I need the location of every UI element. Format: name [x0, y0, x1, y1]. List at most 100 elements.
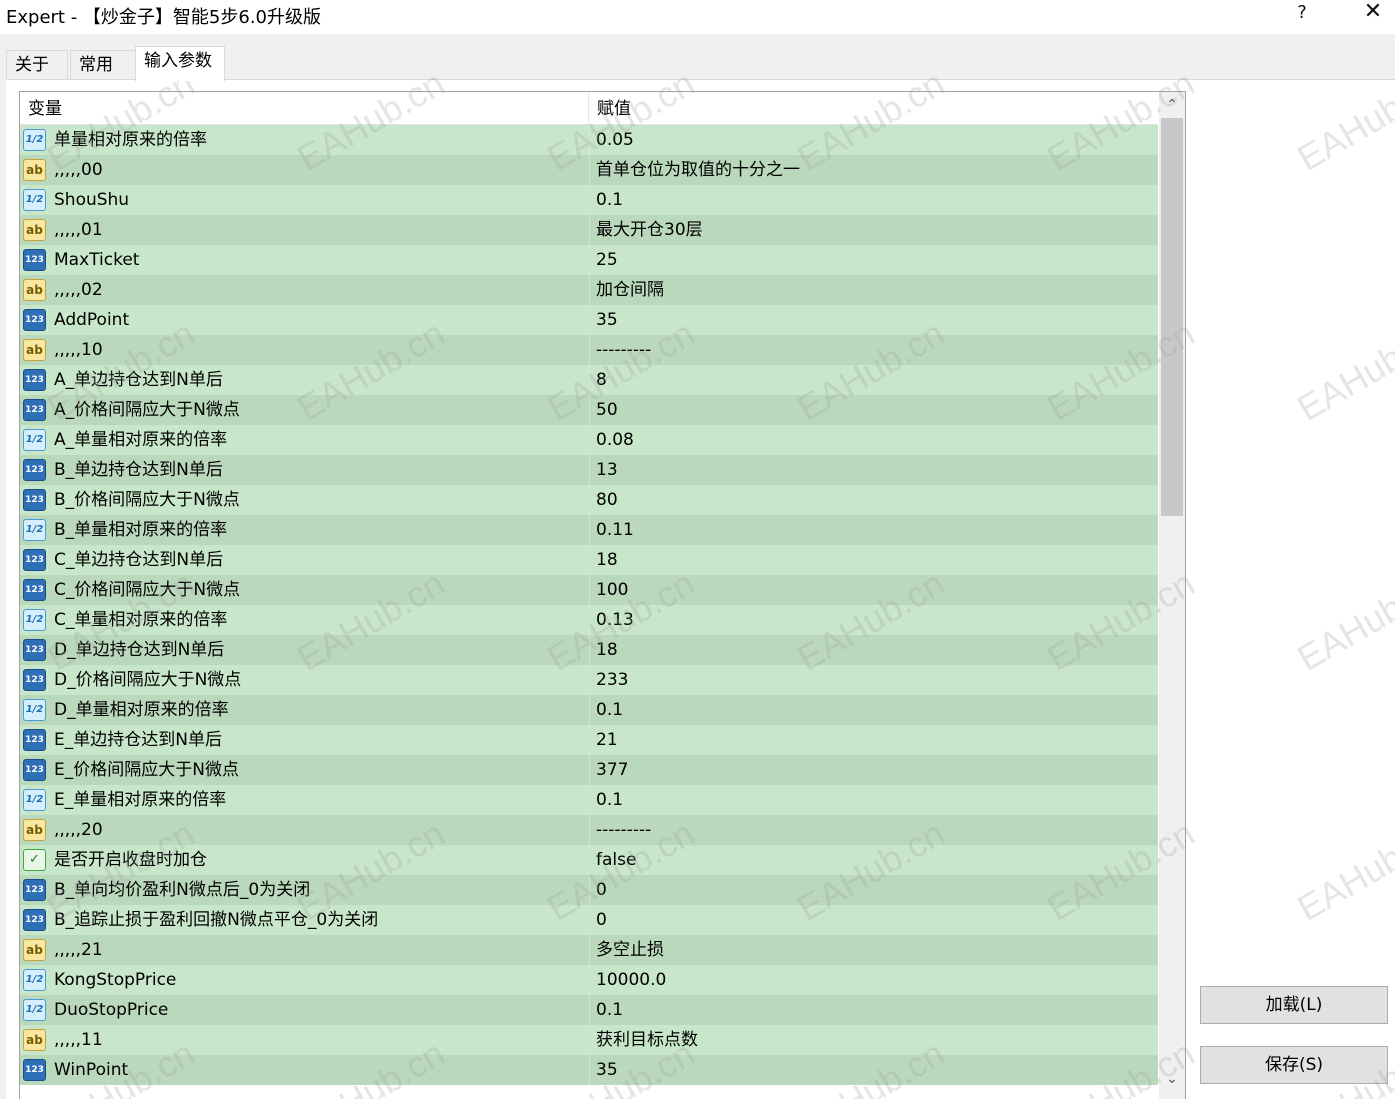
- parameter-row[interactable]: 1/2 C_单量相对原来的倍率 0.13: [20, 605, 1158, 635]
- parameter-value[interactable]: 35: [589, 305, 1158, 335]
- parameter-name: AddPoint: [54, 310, 130, 330]
- parameter-row[interactable]: 123 D_价格间隔应大于N微点 233: [20, 665, 1158, 695]
- parameter-value[interactable]: 最大开仓30层: [589, 215, 1158, 245]
- integer-type-icon: 123: [23, 309, 46, 331]
- parameter-value[interactable]: ---------: [589, 815, 1158, 845]
- save-button[interactable]: 保存(S): [1200, 1046, 1388, 1084]
- integer-type-icon: 123: [23, 669, 46, 691]
- parameter-value[interactable]: 18: [589, 545, 1158, 575]
- parameter-row[interactable]: 123 MaxTicket 25: [20, 245, 1158, 275]
- boolean-type-icon: ✓: [23, 849, 46, 871]
- parameter-row[interactable]: 123 B_追踪止损于盈利回撤N微点平仓_0为关闭 0: [20, 905, 1158, 935]
- load-button[interactable]: 加载(L): [1200, 986, 1388, 1024]
- parameter-value[interactable]: 100: [589, 575, 1158, 605]
- parameter-name-cell: 1/2 A_单量相对原来的倍率: [20, 425, 589, 455]
- parameter-row[interactable]: 123 A_单边持仓达到N单后 8: [20, 365, 1158, 395]
- parameter-value[interactable]: 0.08: [589, 425, 1158, 455]
- parameter-value[interactable]: 首单仓位为取值的十分之一: [589, 155, 1158, 185]
- parameter-value[interactable]: ---------: [589, 335, 1158, 365]
- parameter-value[interactable]: 50: [589, 395, 1158, 425]
- parameter-value[interactable]: 10000.0: [589, 965, 1158, 995]
- parameter-row[interactable]: 123 C_价格间隔应大于N微点 100: [20, 575, 1158, 605]
- tab-common[interactable]: 常用: [70, 50, 136, 80]
- parameter-row[interactable]: ab ,,,,,01 最大开仓30层: [20, 215, 1158, 245]
- parameter-row[interactable]: ✓ 是否开启收盘时加仓 false: [20, 845, 1158, 875]
- parameter-row[interactable]: 1/2 KongStopPrice 10000.0: [20, 965, 1158, 995]
- parameter-value[interactable]: 0.05: [589, 125, 1158, 155]
- parameter-name-cell: 1/2 ShouShu: [20, 185, 589, 215]
- parameter-name: ShouShu: [54, 190, 130, 210]
- parameter-value[interactable]: 25: [589, 245, 1158, 275]
- parameter-row[interactable]: 1/2 ShouShu 0.1: [20, 185, 1158, 215]
- parameter-value[interactable]: 21: [589, 725, 1158, 755]
- parameter-row[interactable]: 1/2 B_单量相对原来的倍率 0.11: [20, 515, 1158, 545]
- column-header-variable[interactable]: 变量: [20, 92, 589, 124]
- parameter-value[interactable]: 获利目标点数: [589, 1025, 1158, 1055]
- parameter-row[interactable]: 123 E_单边持仓达到N单后 21: [20, 725, 1158, 755]
- scroll-thumb[interactable]: [1161, 118, 1183, 516]
- parameter-row[interactable]: 123 B_价格间隔应大于N微点 80: [20, 485, 1158, 515]
- parameter-value[interactable]: 0.1: [589, 185, 1158, 215]
- parameter-row[interactable]: 123 AddPoint 35: [20, 305, 1158, 335]
- parameter-row[interactable]: 123 B_单边持仓达到N单后 13: [20, 455, 1158, 485]
- parameter-value[interactable]: 0.13: [589, 605, 1158, 635]
- parameters-grid: 变量 赋值 1/2 单量相对原来的倍率 0.05 ab ,,,,,00 首单仓位为取值的十…: [19, 91, 1186, 1099]
- tab-input-parameters[interactable]: 输入参数: [135, 46, 225, 81]
- parameter-row[interactable]: ab ,,,,,20 ---------: [20, 815, 1158, 845]
- help-button[interactable]: ?: [1288, 0, 1316, 28]
- parameter-row[interactable]: 1/2 DuoStopPrice 0.1: [20, 995, 1158, 1025]
- integer-type-icon: 123: [23, 639, 46, 661]
- parameter-name-cell: ab ,,,,,11: [20, 1025, 589, 1055]
- parameter-row[interactable]: 123 B_单向均价盈利N微点后_0为关闭 0: [20, 875, 1158, 905]
- integer-type-icon: 123: [23, 489, 46, 511]
- close-button[interactable]: ✕: [1356, 0, 1390, 28]
- parameter-row[interactable]: 1/2 D_单量相对原来的倍率 0.1: [20, 695, 1158, 725]
- parameter-value[interactable]: 377: [589, 755, 1158, 785]
- parameter-row[interactable]: 1/2 单量相对原来的倍率 0.05: [20, 125, 1158, 155]
- parameter-value[interactable]: 35: [589, 1055, 1158, 1085]
- parameter-row[interactable]: 123 A_价格间隔应大于N微点 50: [20, 395, 1158, 425]
- parameter-value[interactable]: 多空止损: [589, 935, 1158, 965]
- parameter-value[interactable]: 13: [589, 455, 1158, 485]
- parameter-value[interactable]: false: [589, 845, 1158, 875]
- scroll-up-arrow-icon[interactable]: ⌃: [1159, 92, 1185, 118]
- scroll-down-arrow-icon[interactable]: ⌄: [1159, 1066, 1185, 1092]
- integer-type-icon: 123: [23, 729, 46, 751]
- integer-type-icon: 123: [23, 579, 46, 601]
- string-type-icon: ab: [23, 339, 46, 361]
- parameter-row[interactable]: 123 WinPoint 35: [20, 1055, 1158, 1085]
- parameter-row[interactable]: ab ,,,,,11 获利目标点数: [20, 1025, 1158, 1055]
- parameter-value[interactable]: 0.1: [589, 695, 1158, 725]
- parameter-value[interactable]: 0: [589, 875, 1158, 905]
- parameter-row[interactable]: 1/2 E_单量相对原来的倍率 0.1: [20, 785, 1158, 815]
- integer-type-icon: 123: [23, 759, 46, 781]
- parameter-value[interactable]: 8: [589, 365, 1158, 395]
- double-type-icon: 1/2: [23, 999, 46, 1021]
- parameter-value[interactable]: 18: [589, 635, 1158, 665]
- parameter-row[interactable]: 123 E_价格间隔应大于N微点 377: [20, 755, 1158, 785]
- parameter-name: B_单边持仓达到N单后: [54, 460, 223, 480]
- parameter-row[interactable]: ab ,,,,,02 加仓间隔: [20, 275, 1158, 305]
- parameter-row[interactable]: 123 C_单边持仓达到N单后 18: [20, 545, 1158, 575]
- grid-rows: 1/2 单量相对原来的倍率 0.05 ab ,,,,,00 首单仓位为取值的十分之一 1/2…: [20, 125, 1158, 1085]
- parameter-value[interactable]: 233: [589, 665, 1158, 695]
- parameter-value[interactable]: 0: [589, 905, 1158, 935]
- parameter-name: E_单量相对原来的倍率: [54, 790, 227, 810]
- parameter-name-cell: ✓ 是否开启收盘时加仓: [20, 845, 589, 875]
- column-header-value[interactable]: 赋值: [589, 92, 1158, 124]
- grid-header: 变量 赋值: [20, 92, 1158, 125]
- tab-about[interactable]: 关于: [6, 50, 68, 80]
- parameter-row[interactable]: ab ,,,,,21 多空止损: [20, 935, 1158, 965]
- parameter-name: KongStopPrice: [54, 970, 177, 990]
- vertical-scrollbar[interactable]: ⌃ ⌄: [1159, 92, 1185, 1099]
- parameter-value[interactable]: 加仓间隔: [589, 275, 1158, 305]
- parameter-row[interactable]: 123 D_单边持仓达到N单后 18: [20, 635, 1158, 665]
- parameter-value[interactable]: 80: [589, 485, 1158, 515]
- parameter-row[interactable]: ab ,,,,,10 ---------: [20, 335, 1158, 365]
- parameter-name: C_单量相对原来的倍率: [54, 610, 228, 630]
- parameter-row[interactable]: ab ,,,,,00 首单仓位为取值的十分之一: [20, 155, 1158, 185]
- parameter-value[interactable]: 0.11: [589, 515, 1158, 545]
- parameter-value[interactable]: 0.1: [589, 785, 1158, 815]
- parameter-value[interactable]: 0.1: [589, 995, 1158, 1025]
- parameter-row[interactable]: 1/2 A_单量相对原来的倍率 0.08: [20, 425, 1158, 455]
